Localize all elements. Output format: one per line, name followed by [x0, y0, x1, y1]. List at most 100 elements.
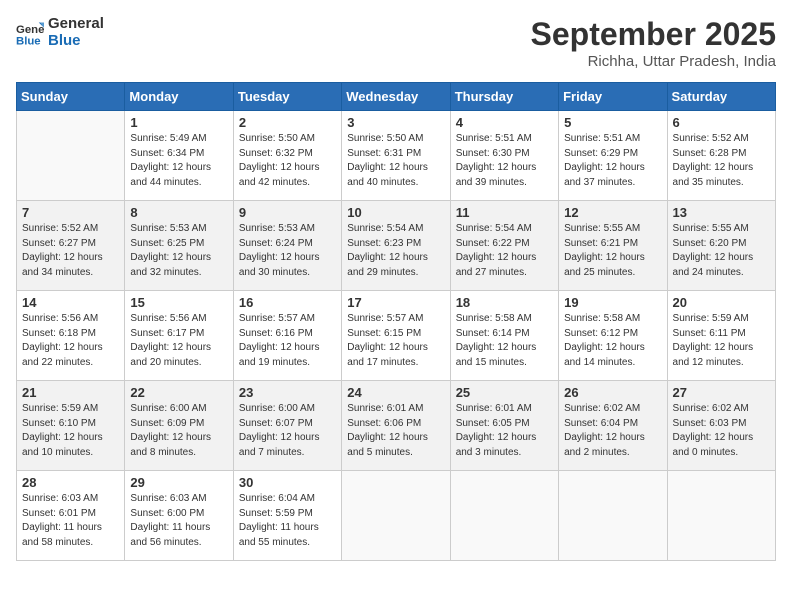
- calendar-day-cell: [342, 471, 450, 561]
- day-number: 17: [347, 295, 444, 310]
- weekday-header-friday: Friday: [559, 83, 667, 111]
- weekday-header-thursday: Thursday: [450, 83, 558, 111]
- day-info: Sunrise: 5:54 AMSunset: 6:23 PMDaylight:…: [347, 222, 444, 280]
- day-number: 1: [130, 115, 227, 130]
- day-number: 22: [130, 385, 227, 400]
- day-number: 25: [456, 385, 553, 400]
- day-number: 7: [22, 205, 119, 220]
- calendar-day-cell: 8 Sunrise: 5:53 AMSunset: 6:25 PMDaylight…: [125, 201, 233, 291]
- day-info: Sunrise: 5:57 AMSunset: 6:16 PMDaylight:…: [239, 312, 336, 370]
- day-number: 14: [22, 295, 119, 310]
- day-number: 8: [130, 205, 227, 220]
- calendar-day-cell: 2 Sunrise: 5:50 AMSunset: 6:32 PMDaylight…: [233, 111, 341, 201]
- calendar-day-cell: [667, 471, 775, 561]
- day-number: 15: [130, 295, 227, 310]
- day-number: 18: [456, 295, 553, 310]
- day-info: Sunrise: 5:58 AMSunset: 6:12 PMDaylight:…: [564, 312, 661, 370]
- day-info: Sunrise: 5:59 AMSunset: 6:11 PMDaylight:…: [673, 312, 770, 370]
- day-number: 11: [456, 205, 553, 220]
- calendar-day-cell: 16 Sunrise: 5:57 AMSunset: 6:16 PMDayligh…: [233, 291, 341, 381]
- weekday-header-sunday: Sunday: [17, 83, 125, 111]
- calendar-day-cell: 30Sunrise: 6:04 AMSunset: 5:59 PMDayligh…: [233, 471, 341, 561]
- month-title: September 2025: [531, 16, 776, 53]
- day-info: Sunrise: 5:51 AMSunset: 6:30 PMDaylight:…: [456, 132, 553, 190]
- day-info: Sunrise: 5:51 AMSunset: 6:29 PMDaylight:…: [564, 132, 661, 190]
- day-number: 2: [239, 115, 336, 130]
- calendar-day-cell: 15 Sunrise: 5:56 AMSunset: 6:17 PMDayligh…: [125, 291, 233, 381]
- day-number: 10: [347, 205, 444, 220]
- calendar-day-cell: 21 Sunrise: 5:59 AMSunset: 6:10 PMDayligh…: [17, 381, 125, 471]
- day-info: Sunrise: 5:50 AMSunset: 6:32 PMDaylight:…: [239, 132, 336, 190]
- day-info: Sunrise: 5:53 AMSunset: 6:25 PMDaylight:…: [130, 222, 227, 280]
- calendar-day-cell: 6Sunrise: 5:52 AMSunset: 6:28 PMDaylight…: [667, 111, 775, 201]
- calendar-week-row: 14 Sunrise: 5:56 AMSunset: 6:18 PMDayligh…: [17, 291, 776, 381]
- day-info: Sunrise: 5:56 AMSunset: 6:17 PMDaylight:…: [130, 312, 227, 370]
- weekday-header-tuesday: Tuesday: [233, 83, 341, 111]
- day-info: Sunrise: 5:52 AMSunset: 6:27 PMDaylight:…: [22, 222, 119, 280]
- day-number: 29: [130, 475, 227, 490]
- day-number: 5: [564, 115, 661, 130]
- day-number: 3: [347, 115, 444, 130]
- calendar-day-cell: 29 Sunrise: 6:03 AMSunset: 6:00 PMDayligh…: [125, 471, 233, 561]
- page-header: General Blue General Blue September 2025…: [16, 16, 776, 70]
- day-info: Sunrise: 5:50 AMSunset: 6:31 PMDaylight:…: [347, 132, 444, 190]
- day-info: Sunrise: 5:57 AMSunset: 6:15 PMDaylight:…: [347, 312, 444, 370]
- day-number: 4: [456, 115, 553, 130]
- weekday-header-monday: Monday: [125, 83, 233, 111]
- logo: General Blue General Blue: [16, 16, 104, 49]
- day-info: Sunrise: 6:02 AMSunset: 6:04 PMDaylight:…: [564, 402, 661, 460]
- day-info: Sunrise: 6:00 AMSunset: 6:07 PMDaylight:…: [239, 402, 336, 460]
- logo-text-blue: Blue: [48, 33, 104, 50]
- calendar-week-row: 21 Sunrise: 5:59 AMSunset: 6:10 PMDayligh…: [17, 381, 776, 471]
- day-info: Sunrise: 6:02 AMSunset: 6:03 PMDaylight:…: [673, 402, 770, 460]
- day-number: 23: [239, 385, 336, 400]
- calendar-week-row: 7 Sunrise: 5:52 AMSunset: 6:27 PMDaylight…: [17, 201, 776, 291]
- calendar-day-cell: 23 Sunrise: 6:00 AMSunset: 6:07 PMDayligh…: [233, 381, 341, 471]
- day-info: Sunrise: 5:55 AMSunset: 6:20 PMDaylight:…: [673, 222, 770, 280]
- calendar-day-cell: [559, 471, 667, 561]
- calendar-day-cell: 1 Sunrise: 5:49 AMSunset: 6:34 PMDaylight…: [125, 111, 233, 201]
- location-subtitle: Richha, Uttar Pradesh, India: [531, 53, 776, 70]
- day-number: 24: [347, 385, 444, 400]
- day-info: Sunrise: 6:03 AMSunset: 6:00 PMDaylight:…: [130, 492, 227, 550]
- day-number: 28: [22, 475, 119, 490]
- day-number: 21: [22, 385, 119, 400]
- calendar-day-cell: 14 Sunrise: 5:56 AMSunset: 6:18 PMDayligh…: [17, 291, 125, 381]
- day-number: 27: [673, 385, 770, 400]
- calendar-day-cell: [17, 111, 125, 201]
- calendar-table: SundayMondayTuesdayWednesdayThursdayFrid…: [16, 82, 776, 561]
- day-number: 12: [564, 205, 661, 220]
- day-info: Sunrise: 5:49 AMSunset: 6:34 PMDaylight:…: [130, 132, 227, 190]
- day-info: Sunrise: 5:56 AMSunset: 6:18 PMDaylight:…: [22, 312, 119, 370]
- calendar-day-cell: 5 Sunrise: 5:51 AMSunset: 6:29 PMDaylight…: [559, 111, 667, 201]
- day-number: 16: [239, 295, 336, 310]
- weekday-header-saturday: Saturday: [667, 83, 775, 111]
- calendar-day-cell: 28 Sunrise: 6:03 AMSunset: 6:01 PMDayligh…: [17, 471, 125, 561]
- calendar-day-cell: 4 Sunrise: 5:51 AMSunset: 6:30 PMDaylight…: [450, 111, 558, 201]
- calendar-day-cell: 10 Sunrise: 5:54 AMSunset: 6:23 PMDayligh…: [342, 201, 450, 291]
- day-info: Sunrise: 5:58 AMSunset: 6:14 PMDaylight:…: [456, 312, 553, 370]
- calendar-day-cell: 13Sunrise: 5:55 AMSunset: 6:20 PMDayligh…: [667, 201, 775, 291]
- weekday-header-wednesday: Wednesday: [342, 83, 450, 111]
- svg-text:Blue: Blue: [16, 35, 41, 47]
- day-info: Sunrise: 6:03 AMSunset: 6:01 PMDaylight:…: [22, 492, 119, 550]
- calendar-day-cell: 7 Sunrise: 5:52 AMSunset: 6:27 PMDaylight…: [17, 201, 125, 291]
- calendar-day-cell: 17 Sunrise: 5:57 AMSunset: 6:15 PMDayligh…: [342, 291, 450, 381]
- day-info: Sunrise: 6:01 AMSunset: 6:05 PMDaylight:…: [456, 402, 553, 460]
- calendar-day-cell: 19Sunrise: 5:58 AMSunset: 6:12 PMDayligh…: [559, 291, 667, 381]
- day-info: Sunrise: 5:52 AMSunset: 6:28 PMDaylight:…: [673, 132, 770, 190]
- calendar-day-cell: 18 Sunrise: 5:58 AMSunset: 6:14 PMDayligh…: [450, 291, 558, 381]
- calendar-day-cell: 11Sunrise: 5:54 AMSunset: 6:22 PMDayligh…: [450, 201, 558, 291]
- day-info: Sunrise: 5:59 AMSunset: 6:10 PMDaylight:…: [22, 402, 119, 460]
- day-info: Sunrise: 6:00 AMSunset: 6:09 PMDaylight:…: [130, 402, 227, 460]
- day-number: 30: [239, 475, 336, 490]
- logo-text-general: General: [48, 16, 104, 33]
- weekday-header-row: SundayMondayTuesdayWednesdayThursdayFrid…: [17, 83, 776, 111]
- logo-icon: General Blue: [16, 19, 44, 47]
- calendar-day-cell: 9Sunrise: 5:53 AMSunset: 6:24 PMDaylight…: [233, 201, 341, 291]
- calendar-day-cell: 22 Sunrise: 6:00 AMSunset: 6:09 PMDayligh…: [125, 381, 233, 471]
- title-block: September 2025 Richha, Uttar Pradesh, In…: [531, 16, 776, 70]
- calendar-day-cell: 3 Sunrise: 5:50 AMSunset: 6:31 PMDaylight…: [342, 111, 450, 201]
- calendar-day-cell: 26 Sunrise: 6:02 AMSunset: 6:04 PMDayligh…: [559, 381, 667, 471]
- day-number: 26: [564, 385, 661, 400]
